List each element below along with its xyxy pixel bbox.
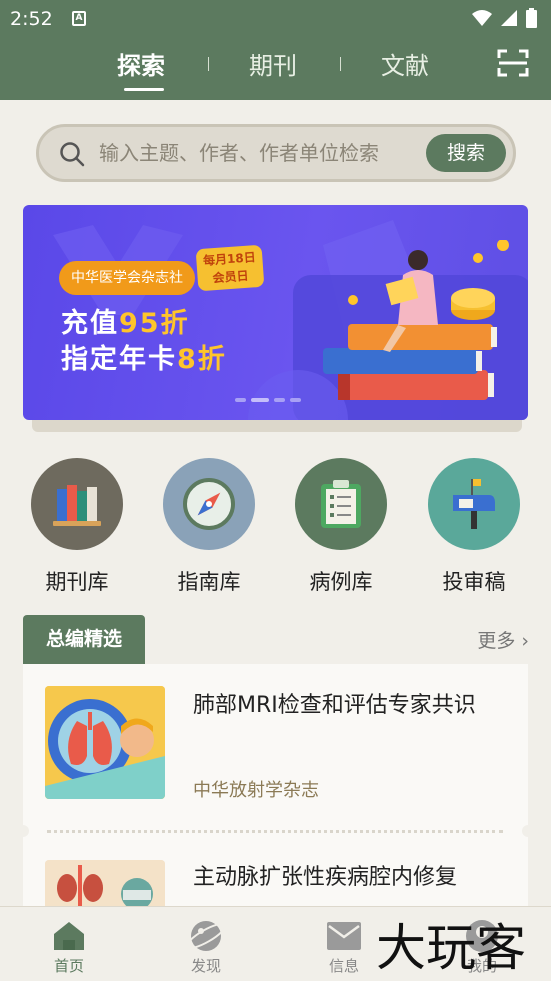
battery-icon bbox=[526, 8, 537, 28]
category-label: 指南库 bbox=[177, 570, 241, 594]
search-icon bbox=[60, 142, 85, 167]
promo-banner[interactable]: 中华医学会杂志社 每月18日 会员日 充值95折 指定年卡8折 bbox=[23, 205, 528, 420]
search-button[interactable]: 搜索 bbox=[426, 134, 506, 172]
active-tab-indicator bbox=[124, 88, 164, 91]
clipboard-icon bbox=[295, 458, 387, 550]
promo-line-2: 指定年卡8折 bbox=[61, 337, 227, 376]
tab-explore[interactable]: 探索 bbox=[117, 46, 165, 81]
status-time: 2:52 bbox=[10, 8, 53, 30]
status-icons bbox=[472, 8, 537, 28]
chevron-right-icon: › bbox=[521, 630, 529, 652]
tab-divider bbox=[208, 57, 209, 71]
books-icon bbox=[31, 458, 123, 550]
more-label: 更多 bbox=[477, 630, 516, 652]
nav-discover[interactable]: 发现 bbox=[166, 917, 246, 976]
watermark-text: 大玩客 bbox=[376, 919, 526, 977]
banner-dot[interactable] bbox=[290, 398, 301, 402]
member-day-tag: 每月18日 会员日 bbox=[195, 244, 265, 292]
mail-icon bbox=[304, 917, 384, 955]
wifi-icon bbox=[472, 10, 492, 26]
promo-line-2-text: 指定年卡 bbox=[61, 344, 177, 375]
search-bar: 搜索 bbox=[36, 124, 516, 182]
category-label: 病例库 bbox=[309, 570, 373, 594]
article-divider bbox=[47, 830, 503, 833]
top-tab-bar: 探索 期刊 文献 bbox=[0, 38, 551, 100]
banner-pagination bbox=[235, 398, 301, 402]
home-icon bbox=[29, 917, 109, 955]
banner-dot-active[interactable] bbox=[251, 398, 269, 402]
promo-line-1-highlight: 95折 bbox=[119, 308, 190, 339]
scan-icon[interactable] bbox=[497, 48, 529, 78]
nav-messages[interactable]: 信息 bbox=[304, 917, 384, 976]
article-source: 中华放射学杂志 bbox=[193, 780, 319, 801]
article-title[interactable]: 主动脉扩张性疾病腔内修复 bbox=[193, 858, 493, 898]
signal-icon bbox=[501, 10, 517, 26]
promo-line-2-highlight: 8折 bbox=[177, 344, 227, 375]
nav-messages-label: 信息 bbox=[328, 957, 359, 975]
article-list: 肺部MRI检查和评估专家共识 中华放射学杂志 主动脉扩张性疾病腔内修复 bbox=[17, 664, 534, 934]
mailbox-icon bbox=[428, 458, 520, 550]
category-guidelines[interactable]: 指南库 bbox=[163, 458, 255, 596]
banner-dot[interactable] bbox=[274, 398, 285, 402]
compass-icon bbox=[163, 458, 255, 550]
category-journals[interactable]: 期刊库 bbox=[31, 458, 123, 596]
section-title: 总编精选 bbox=[23, 615, 145, 664]
tab-journals[interactable]: 期刊 bbox=[249, 46, 297, 81]
tab-divider bbox=[340, 57, 341, 71]
promo-line-1: 充值95折 bbox=[61, 301, 190, 340]
nav-discover-label: 发现 bbox=[190, 957, 221, 975]
publisher-label: 中华医学会杂志社 bbox=[59, 261, 195, 295]
books-illustration bbox=[323, 240, 509, 400]
divider-notch bbox=[522, 825, 534, 837]
category-label: 投审稿 bbox=[442, 570, 506, 594]
nav-home-label: 首页 bbox=[53, 957, 84, 975]
article-thumbnail bbox=[45, 860, 165, 910]
category-cases[interactable]: 病例库 bbox=[295, 458, 387, 596]
category-label: 期刊库 bbox=[45, 570, 109, 594]
promo-line-1-text: 充值 bbox=[61, 308, 119, 339]
status-bar: 2:52 A bbox=[0, 0, 551, 38]
banner-dot[interactable] bbox=[235, 398, 246, 402]
a-notification-icon: A bbox=[72, 11, 86, 26]
category-submission[interactable]: 投审稿 bbox=[428, 458, 520, 596]
article-title[interactable]: 肺部MRI检查和评估专家共识 bbox=[193, 686, 493, 726]
discover-icon bbox=[166, 917, 246, 955]
divider-notch bbox=[17, 825, 29, 837]
more-link[interactable]: 更多 › bbox=[477, 626, 529, 653]
tab-literature[interactable]: 文献 bbox=[381, 46, 429, 81]
search-input[interactable] bbox=[99, 137, 399, 169]
article-thumbnail bbox=[45, 686, 165, 799]
nav-home[interactable]: 首页 bbox=[29, 917, 109, 976]
